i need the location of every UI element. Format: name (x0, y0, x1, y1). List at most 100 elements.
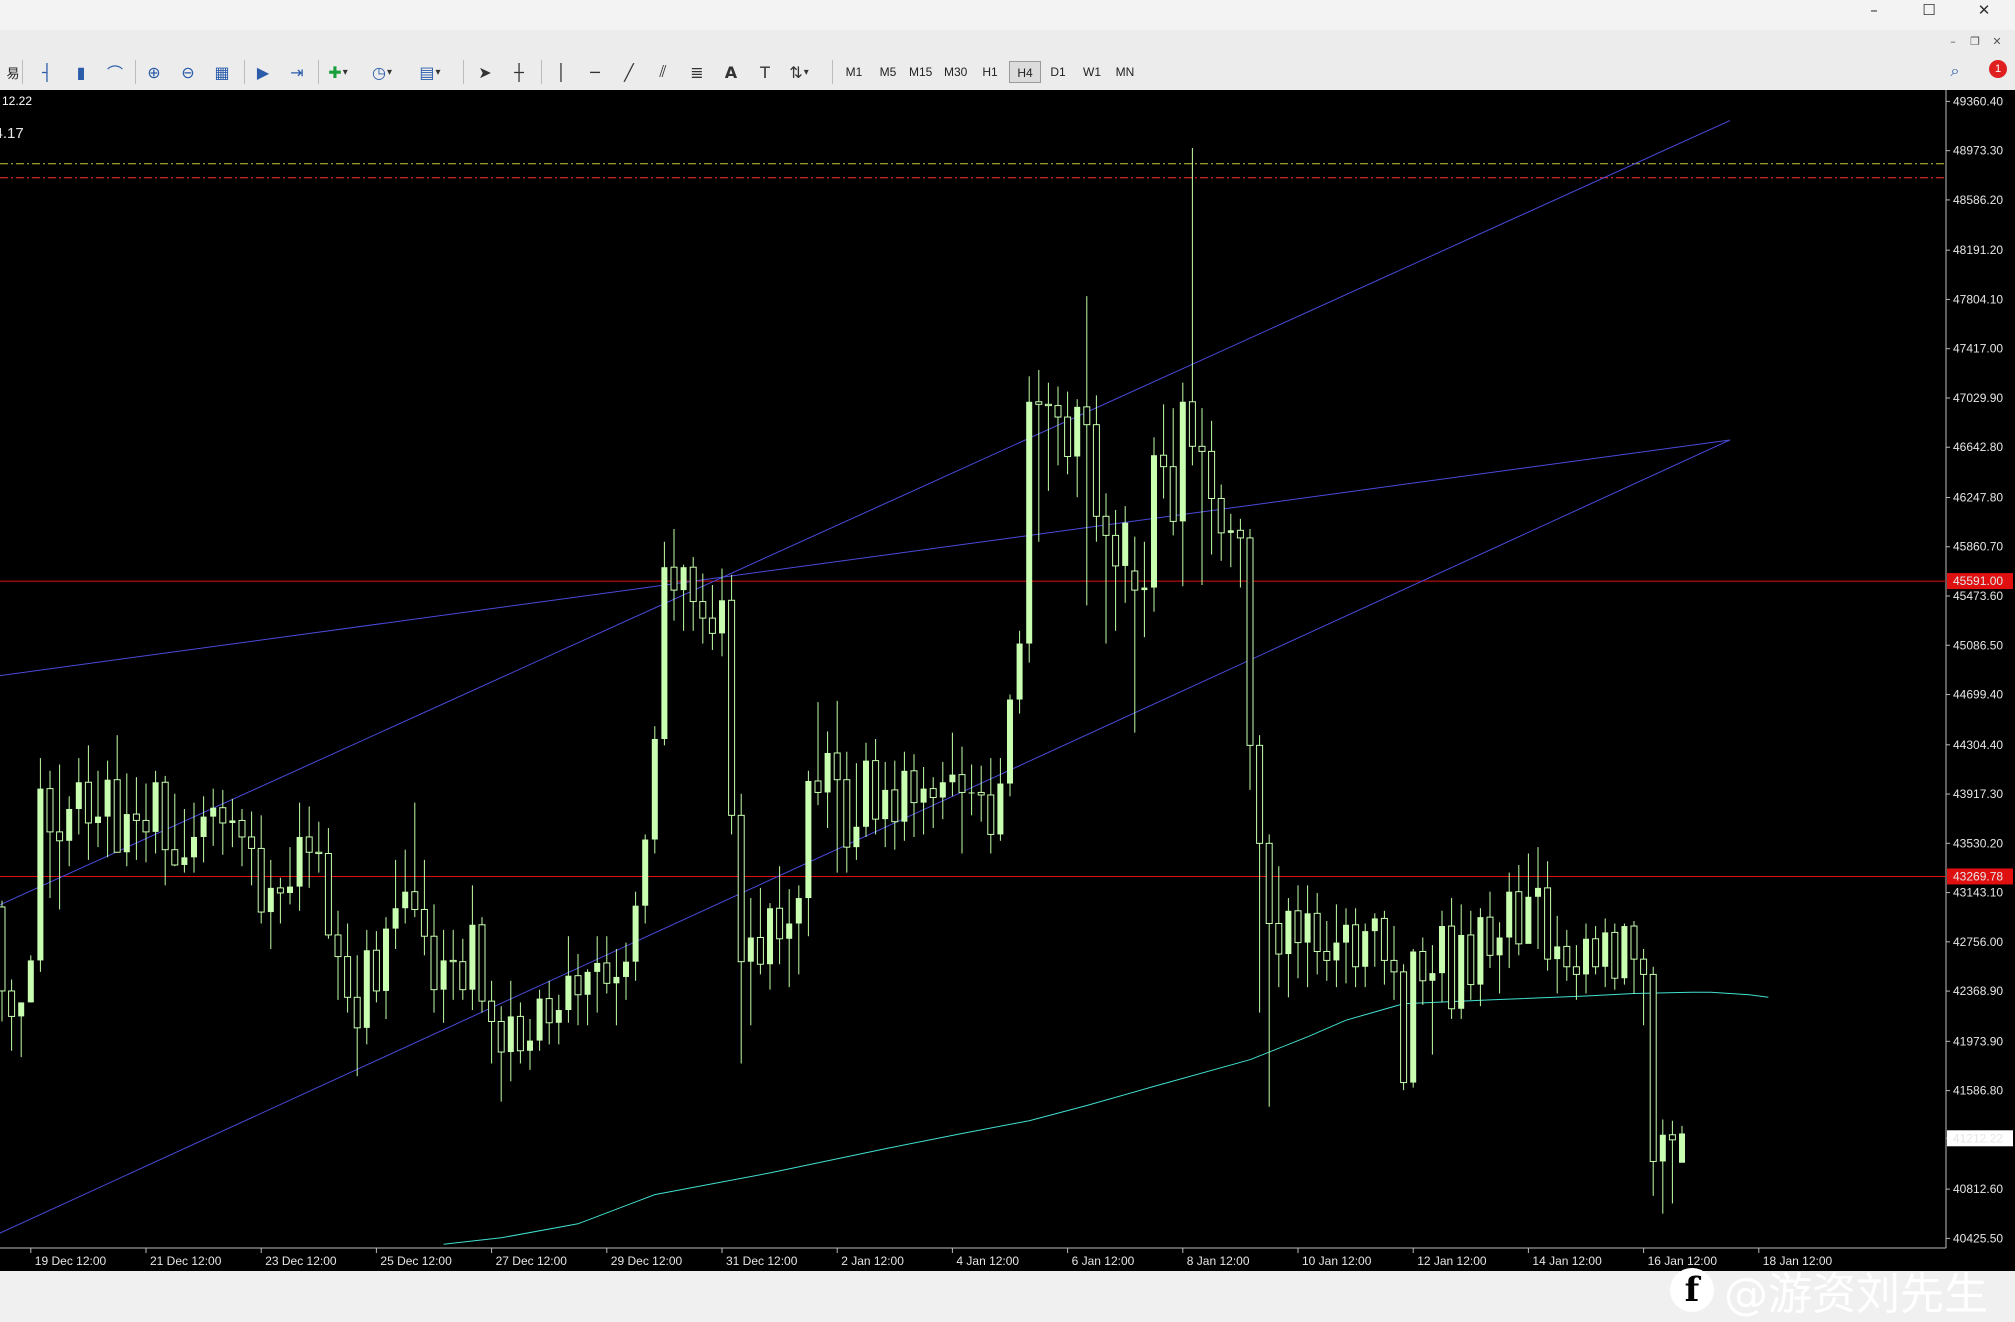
text-label-icon: T (760, 62, 770, 82)
candle-body-bull (27, 960, 34, 1003)
candle-body-bull (1026, 401, 1033, 644)
chart-restore-button[interactable]: ❐ (1965, 34, 1985, 50)
candle-body-bear (1313, 912, 1321, 953)
time-tick-label: 14 Jan 12:00 (1532, 1254, 1602, 1268)
price-tick-label: 43143.10 (1953, 886, 2003, 900)
candle-body-bull (651, 738, 658, 840)
candle-body-bull (805, 780, 812, 899)
search-button[interactable]: ⌕ (1943, 60, 1967, 84)
text-label-button[interactable]: T (752, 59, 778, 85)
candle-body-bull (1659, 1134, 1666, 1162)
chart-corner-label: 12.22 (2, 94, 33, 108)
candle-body-bull (882, 789, 889, 820)
candle-body-bear (1390, 959, 1398, 973)
candle-body-bear (977, 791, 985, 796)
candle-body-bull (1016, 643, 1023, 700)
candle-body-bear (478, 924, 486, 1002)
notifications-button[interactable]: 1 (1981, 60, 2007, 86)
time-tick-label: 4 Jan 12:00 (956, 1254, 1019, 1268)
timeframe-m5[interactable]: M5 (874, 61, 902, 83)
tile-windows-button[interactable]: ▦ (209, 59, 235, 85)
candle-body-bear (699, 601, 707, 619)
price-tick-label: 47804.10 (1953, 292, 2003, 306)
candle-body-bull (661, 567, 668, 739)
chart-canvas[interactable]: 48994.17 49360.40 48973.30 48586.20 48191.20… (0, 90, 2015, 1271)
candle-body-bull (440, 960, 447, 990)
candle-body-bull (267, 887, 274, 913)
candle-body-bear (910, 770, 918, 804)
timeframe-mn[interactable]: MN (1111, 61, 1139, 83)
timeframe-h4[interactable]: H4 (1009, 61, 1041, 83)
candle-body-bear (1035, 401, 1043, 405)
candle-body-bear (1054, 405, 1062, 418)
window-close-button[interactable]: ✕ (1955, 0, 2013, 22)
time-tick-label: 10 Jan 12:00 (1302, 1254, 1372, 1268)
bar-chart-button[interactable]: ┤ (34, 59, 60, 85)
window-maximize-button[interactable]: ☐ (1900, 0, 1958, 22)
time-tick-label: 19 Dec 12:00 (35, 1254, 107, 1268)
candle-body-bull (1602, 932, 1609, 967)
candle-body-bull (1179, 401, 1186, 522)
crosshair-button[interactable]: ┼ (506, 59, 532, 85)
price-chart[interactable]: 48994.17 49360.40 48973.30 48586.20 48191.20… (0, 90, 2015, 1320)
indicators-icon: ✚ (328, 62, 342, 82)
timeframe-m15[interactable]: M15 (906, 61, 935, 83)
candle-body-bear (238, 819, 246, 838)
arrows-button[interactable]: ⇅ (786, 59, 812, 85)
price-tick-label: 44699.40 (1953, 688, 2003, 702)
candle-body-bull (949, 774, 956, 783)
line-chart-button[interactable]: ⌒ (102, 59, 128, 85)
candle-body-bull (123, 814, 130, 853)
candle-body-bull (594, 962, 601, 972)
price-tick-label: 49360.40 (1953, 94, 2003, 108)
templates-button[interactable]: ▤ (417, 59, 443, 85)
candle-body-bull (104, 779, 111, 817)
trendline-lower (0, 439, 1731, 1234)
cursor-button[interactable]: ➤ (472, 59, 498, 85)
candle-body-bear (142, 819, 150, 833)
chart-shift-button[interactable]: ⇥ (284, 59, 310, 85)
periods-button[interactable]: ◷ (369, 59, 395, 85)
timeframe-m30[interactable]: M30 (941, 61, 970, 83)
equidistant-channel-button[interactable]: ⫽ (650, 59, 676, 85)
zoom-out-button[interactable]: ⊖ (175, 59, 201, 85)
candle-body-bear (1467, 934, 1475, 986)
chart-close-button[interactable]: ✕ (1987, 34, 2007, 50)
timeframe-d1[interactable]: D1 (1044, 61, 1072, 83)
chart-minimize-button[interactable]: – (1943, 34, 1963, 50)
fibonacci-button[interactable]: ≣ (684, 59, 710, 85)
candle-body-bull (719, 600, 725, 634)
timeframe-m1[interactable]: M1 (840, 61, 868, 83)
horizontal-line-button[interactable]: ─ (582, 59, 608, 85)
time-tick-label: 23 Dec 12:00 (265, 1254, 337, 1268)
price-tick-label: 46642.80 (1953, 440, 2003, 454)
timeframe-h1[interactable]: H1 (976, 61, 1004, 83)
candle-body-bear (1448, 925, 1456, 1010)
candle-body-bull (1554, 946, 1561, 960)
price-tick-label: 47417.00 (1953, 342, 2003, 356)
trendline-button[interactable]: ╱ (616, 59, 642, 85)
watermark-text: @游资刘先生 (1724, 1269, 1988, 1320)
candle-body-bear (891, 789, 899, 823)
timeframe-w1[interactable]: W1 (1078, 61, 1106, 83)
vertical-line-button[interactable]: │ (548, 59, 574, 85)
candle-body-bull (37, 788, 44, 961)
current-price-tag-label: 41212.22 (1953, 1131, 2003, 1145)
indicators-button[interactable]: ✚ (325, 59, 351, 85)
zoom-in-button[interactable]: ⊕ (141, 59, 167, 85)
candle-body-bear (420, 909, 428, 937)
text-icon: A (724, 62, 738, 82)
autoscroll-button[interactable]: ▶ (250, 59, 276, 85)
toolbar-separator (463, 60, 464, 84)
window-minimize-button[interactable]: – (1845, 0, 1903, 22)
text-button[interactable]: A (718, 59, 744, 85)
candlestick-button[interactable]: ▮ (68, 59, 94, 85)
candle-body-bear (171, 849, 179, 866)
candle-body-bull (95, 816, 101, 823)
candle-body-bear (1400, 971, 1408, 1084)
candle-body-bull (1458, 934, 1465, 1009)
candle-body-bull (824, 752, 831, 793)
fibonacci-icon: ≣ (690, 62, 704, 82)
candle-body-bull (747, 937, 754, 962)
candle-body-bear (0, 906, 6, 992)
